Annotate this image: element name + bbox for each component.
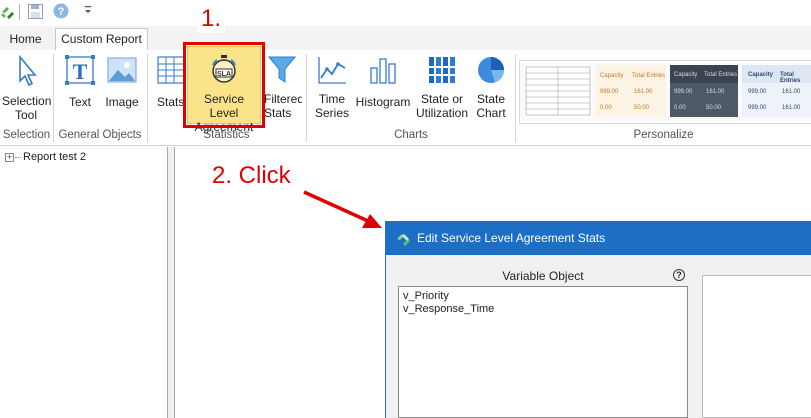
table-style-thumbnail-3[interactable]: Capacity Total Entries 999.00 161.00 0.0… — [670, 65, 738, 117]
dialog-title-bar[interactable]: Edit Service Level Agreement Stats — [386, 221, 811, 255]
dialog-body: Variable Object ? v_Priority v_Response_… — [386, 255, 811, 418]
style-cell-text: 999.00 — [674, 89, 693, 95]
ribbon-tab-row: Home Custom Report — [0, 26, 811, 51]
histogram-icon — [370, 58, 396, 84]
style-cell-text: 161.00 — [706, 89, 725, 95]
style-cell-text: 999.00 — [600, 89, 619, 95]
tree-expand-icon[interactable]: + — [5, 153, 14, 162]
pie-chart-icon — [478, 57, 505, 83]
state-or-utilization-label: State or Utilization — [415, 92, 469, 120]
tab-home[interactable]: Home — [2, 29, 49, 49]
toolbar-divider — [19, 4, 20, 20]
style-header-text: Total Entries — [632, 73, 666, 79]
style-cell-text: 999.00 — [748, 105, 767, 111]
image-button[interactable]: Image — [104, 54, 140, 109]
style-header-text: Total Entries — [704, 72, 738, 78]
text-button-label: Text — [68, 95, 91, 109]
group-label-personalize: Personalize — [633, 129, 694, 141]
style-header-text: Capacity — [748, 72, 774, 78]
app-logo-icon — [396, 231, 412, 250]
annotation-highlight-box — [183, 42, 265, 128]
style-cell-text: 161.00 — [634, 89, 653, 95]
personalize-style-gallery[interactable]: Capacity Total Entries 999.00 161.00 0.0… — [519, 60, 811, 124]
histogram-label: Histogram — [355, 95, 411, 109]
time-series-button[interactable]: Time Series — [312, 54, 352, 120]
style-cell-text: 161.00 — [782, 105, 801, 111]
svg-text:T: T — [73, 59, 88, 84]
variable-object-list[interactable]: v_Priority v_Response_Time — [398, 286, 688, 418]
list-item[interactable]: v_Priority — [403, 290, 449, 302]
style-header-text: Capacity — [674, 72, 698, 78]
tree-item-report[interactable]: Report test 2 — [23, 151, 86, 163]
annotation-step-1: 1. — [197, 5, 226, 33]
state-chart-button[interactable]: State Chart — [472, 54, 510, 120]
tab-custom-report[interactable]: Custom Report — [55, 28, 148, 51]
app-logo-icon — [0, 3, 16, 24]
group-label-selection: Selection — [2, 129, 51, 141]
dialog-side-panel — [702, 275, 811, 418]
customize-toolbar-icon[interactable] — [83, 4, 93, 19]
tree-connector — [15, 157, 21, 158]
image-button-label: Image — [105, 95, 139, 109]
stats-grid-icon — [157, 56, 185, 84]
style-cell-text: 50.00 — [634, 105, 650, 111]
image-icon — [107, 57, 137, 83]
style-cell-text: 161.00 — [782, 89, 801, 95]
utilization-bars-icon — [429, 57, 455, 83]
line-chart-icon — [318, 57, 346, 84]
filtered-stats-button[interactable]: Filtered Stats — [262, 54, 302, 120]
group-label-general-objects: General Objects — [58, 129, 142, 141]
text-button[interactable]: T Text — [62, 54, 98, 109]
help-icon[interactable]: ? — [673, 269, 685, 281]
quick-access-toolbar: ? — [0, 0, 811, 26]
style-cell-text: 999.00 — [748, 89, 767, 95]
edit-sla-stats-dialog: Edit Service Level Agreement Stats Varia… — [385, 221, 811, 418]
dialog-title: Edit Service Level Agreement Stats — [417, 231, 606, 245]
annotation-arrow-icon — [303, 190, 382, 228]
style-cell-text: 0.00 — [600, 105, 612, 111]
style-cell-text: 50.00 — [706, 105, 722, 111]
style-cell-text: 0.00 — [674, 105, 686, 111]
help-icon[interactable]: ? — [53, 3, 69, 22]
cursor-arrow-icon — [19, 54, 37, 87]
group-label-statistics: Statistics — [203, 129, 250, 141]
ribbon: Selection Tool Selection T Text Image Ge… — [0, 46, 811, 146]
histogram-button[interactable]: Histogram — [354, 54, 412, 109]
text-box-icon: T — [65, 55, 95, 85]
style-header-text: Capacity — [600, 73, 624, 79]
style-header-text: Total Entries — [780, 72, 801, 84]
group-label-charts: Charts — [394, 129, 428, 141]
svg-text:?: ? — [58, 6, 65, 18]
table-style-thumbnail-1[interactable] — [524, 65, 592, 117]
state-or-utilization-button[interactable]: State or Utilization — [414, 54, 470, 120]
annotation-step-2: 2. Click — [212, 162, 291, 189]
selection-tool-label: Selection Tool — [2, 94, 52, 122]
table-style-thumbnail-2[interactable]: Capacity Total Entries 999.00 161.00 0.0… — [596, 65, 666, 117]
variable-object-label: Variable Object — [502, 269, 584, 283]
filter-funnel-icon — [267, 56, 297, 83]
state-chart-label: State Chart — [476, 92, 506, 120]
time-series-label: Time Series — [314, 92, 349, 120]
mini-table-graphic — [525, 66, 591, 116]
save-icon[interactable] — [28, 4, 43, 22]
selection-tool-button[interactable]: Selection Tool — [2, 54, 52, 122]
table-style-thumbnail-4[interactable]: Capacity Total Entries 999.00 161.00 999… — [742, 65, 811, 117]
filtered-stats-label: Filtered Stats — [264, 92, 302, 120]
report-tree-panel: + Report test 2 — [0, 147, 168, 418]
list-item[interactable]: v_Response_Time — [403, 303, 494, 315]
